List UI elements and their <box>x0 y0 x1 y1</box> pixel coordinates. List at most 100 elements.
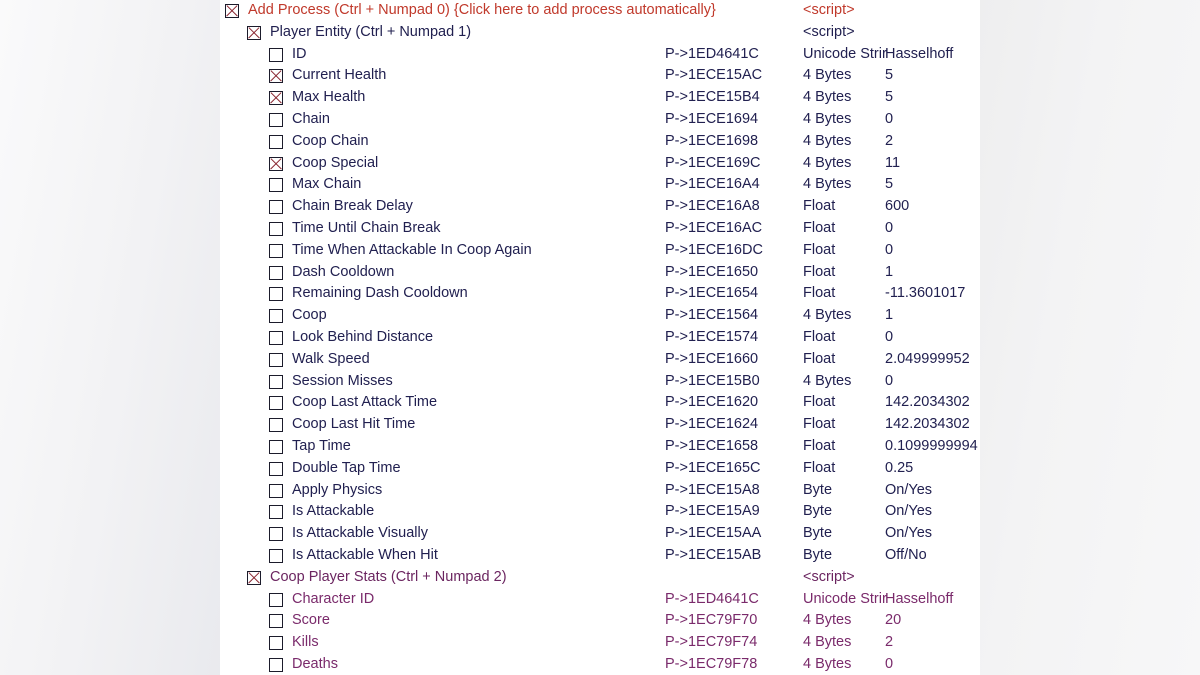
checkbox-checked[interactable] <box>247 25 261 40</box>
entry-value[interactable]: 2 <box>885 632 893 654</box>
entry-description[interactable]: Time When Attackable In Coop Again <box>292 240 532 262</box>
entry-description[interactable]: Remaining Dash Cooldown <box>292 283 468 305</box>
entry-address[interactable]: P->1ECE1698 <box>665 131 758 153</box>
entry-description[interactable]: Is Attackable When Hit <box>292 545 438 567</box>
entry-value[interactable]: 0.1099999994 <box>885 436 978 458</box>
entry-value[interactable]: 142.2034302 <box>885 392 970 414</box>
entry-script-marker[interactable]: <script> <box>803 22 855 44</box>
entry-description[interactable]: Is Attackable <box>292 501 374 523</box>
entry-type[interactable]: Float <box>803 262 835 284</box>
address-list-row[interactable]: Dash Cooldown P->1ECE1650 Float 1 <box>220 262 980 284</box>
address-list-row[interactable]: Is Attackable P->1ECE15A9 Byte On/Yes <box>220 501 980 523</box>
checkbox-unchecked[interactable] <box>269 265 283 280</box>
entry-value[interactable]: -11.3601017 <box>885 283 965 305</box>
address-list[interactable]: Add Process (Ctrl + Numpad 0) {Click her… <box>220 0 980 675</box>
entry-value[interactable]: 1 <box>885 305 893 327</box>
entry-description[interactable]: Time Until Chain Break <box>292 218 441 240</box>
entry-script-marker[interactable]: <script> <box>803 0 855 22</box>
entry-description[interactable]: Coop <box>292 305 327 327</box>
entry-type[interactable]: Float <box>803 196 835 218</box>
entry-description[interactable]: Score <box>292 610 330 632</box>
entry-address[interactable]: P->1ECE1660 <box>665 349 758 371</box>
address-list-row[interactable]: Coop P->1ECE1564 4 Bytes 1 <box>220 305 980 327</box>
entry-type[interactable]: Float <box>803 436 835 458</box>
entry-value[interactable]: 600 <box>885 196 909 218</box>
entry-type[interactable]: Float <box>803 392 835 414</box>
checkbox-unchecked[interactable] <box>269 396 283 411</box>
entry-type[interactable]: 4 Bytes <box>803 305 851 327</box>
entry-type[interactable]: Byte <box>803 480 832 502</box>
entry-description[interactable]: Max Chain <box>292 174 361 196</box>
entry-description[interactable]: Coop Chain <box>292 131 369 153</box>
entry-value[interactable]: 0.25 <box>885 458 913 480</box>
entry-value[interactable]: 0 <box>885 327 893 349</box>
entry-value[interactable]: 0 <box>885 218 893 240</box>
entry-address[interactable]: P->1ECE15AC <box>665 65 762 87</box>
entry-description[interactable]: Deaths <box>292 654 338 675</box>
checkbox-checked[interactable] <box>269 156 283 171</box>
address-list-row[interactable]: Look Behind Distance P->1ECE1574 Float 0 <box>220 327 980 349</box>
entry-type[interactable]: Float <box>803 218 835 240</box>
entry-type[interactable]: 4 Bytes <box>803 610 851 632</box>
checkbox-unchecked[interactable] <box>269 461 283 476</box>
address-list-row[interactable]: Tap Time P->1ECE1658 Float 0.1099999994 <box>220 436 980 458</box>
entry-type[interactable]: Byte <box>803 523 832 545</box>
entry-type[interactable]: 4 Bytes <box>803 109 851 131</box>
entry-description[interactable]: Tap Time <box>292 436 351 458</box>
entry-description[interactable]: Kills <box>292 632 319 654</box>
entry-type[interactable]: Float <box>803 414 835 436</box>
checkbox-unchecked[interactable] <box>269 330 283 345</box>
entry-address[interactable]: P->1ECE165C <box>665 458 761 480</box>
entry-address[interactable]: P->1ECE15AA <box>665 523 761 545</box>
entry-description[interactable]: Current Health <box>292 65 386 87</box>
entry-address[interactable]: P->1ED4641C <box>665 44 759 66</box>
address-list-row[interactable]: Deaths P->1EC79F78 4 Bytes 0 <box>220 654 980 675</box>
checkbox-unchecked[interactable] <box>269 483 283 498</box>
checkbox-unchecked[interactable] <box>269 47 283 62</box>
entry-value[interactable]: 0 <box>885 654 893 675</box>
checkbox-unchecked[interactable] <box>269 548 283 563</box>
entry-address[interactable]: P->1ECE15B4 <box>665 87 760 109</box>
entry-description[interactable]: Session Misses <box>292 371 393 393</box>
entry-description[interactable]: Look Behind Distance <box>292 327 433 349</box>
entry-value[interactable]: 0 <box>885 371 893 393</box>
entry-type[interactable]: Float <box>803 327 835 349</box>
entry-value[interactable]: 0 <box>885 109 893 131</box>
entry-address[interactable]: P->1ECE15B0 <box>665 371 760 393</box>
entry-type[interactable]: 4 Bytes <box>803 174 851 196</box>
entry-value[interactable]: 0 <box>885 240 893 262</box>
address-list-row[interactable]: Time When Attackable In Coop Again P->1EC… <box>220 240 980 262</box>
checkbox-unchecked[interactable] <box>269 439 283 454</box>
entry-value[interactable]: 2 <box>885 131 893 153</box>
entry-address[interactable]: P->1ECE16DC <box>665 240 763 262</box>
address-list-row[interactable]: Coop Last Attack Time P->1ECE1620 Float 142… <box>220 392 980 414</box>
entry-type[interactable]: Byte <box>803 501 832 523</box>
entry-address[interactable]: P->1ECE1620 <box>665 392 758 414</box>
checkbox-unchecked[interactable] <box>269 614 283 629</box>
entry-value[interactable]: Off/No <box>885 545 927 567</box>
entry-description[interactable]: Player Entity (Ctrl + Numpad 1) <box>270 22 471 44</box>
entry-type[interactable]: Float <box>803 283 835 305</box>
checkbox-checked[interactable] <box>225 4 239 18</box>
entry-type[interactable]: 4 Bytes <box>803 654 851 675</box>
entry-value[interactable]: On/Yes <box>885 480 932 502</box>
entry-address[interactable]: P->1ECE1654 <box>665 283 758 305</box>
entry-value[interactable]: 142.2034302 <box>885 414 970 436</box>
address-list-row[interactable]: Current Health P->1ECE15AC 4 Bytes 5 <box>220 65 980 87</box>
address-list-row[interactable]: Coop Special P->1ECE169C 4 Bytes 11 <box>220 153 980 175</box>
entry-description[interactable]: Max Health <box>292 87 365 109</box>
checkbox-unchecked[interactable] <box>269 527 283 542</box>
entry-type[interactable]: 4 Bytes <box>803 632 851 654</box>
entry-address[interactable]: P->1ECE15A9 <box>665 501 760 523</box>
address-list-row[interactable]: Score P->1EC79F70 4 Bytes 20 <box>220 610 980 632</box>
entry-description[interactable]: Dash Cooldown <box>292 262 394 284</box>
entry-address[interactable]: P->1ECE16A4 <box>665 174 760 196</box>
address-list-row[interactable]: Walk Speed P->1ECE1660 Float 2.049999952 <box>220 349 980 371</box>
address-list-row[interactable]: Session Misses P->1ECE15B0 4 Bytes 0 <box>220 371 980 393</box>
entry-address[interactable]: P->1ECE1574 <box>665 327 758 349</box>
entry-value[interactable]: 2.049999952 <box>885 349 970 371</box>
checkbox-checked[interactable] <box>269 69 283 84</box>
checkbox-unchecked[interactable] <box>269 243 283 258</box>
entry-type[interactable]: Float <box>803 240 835 262</box>
entry-description[interactable]: ID <box>292 44 307 66</box>
